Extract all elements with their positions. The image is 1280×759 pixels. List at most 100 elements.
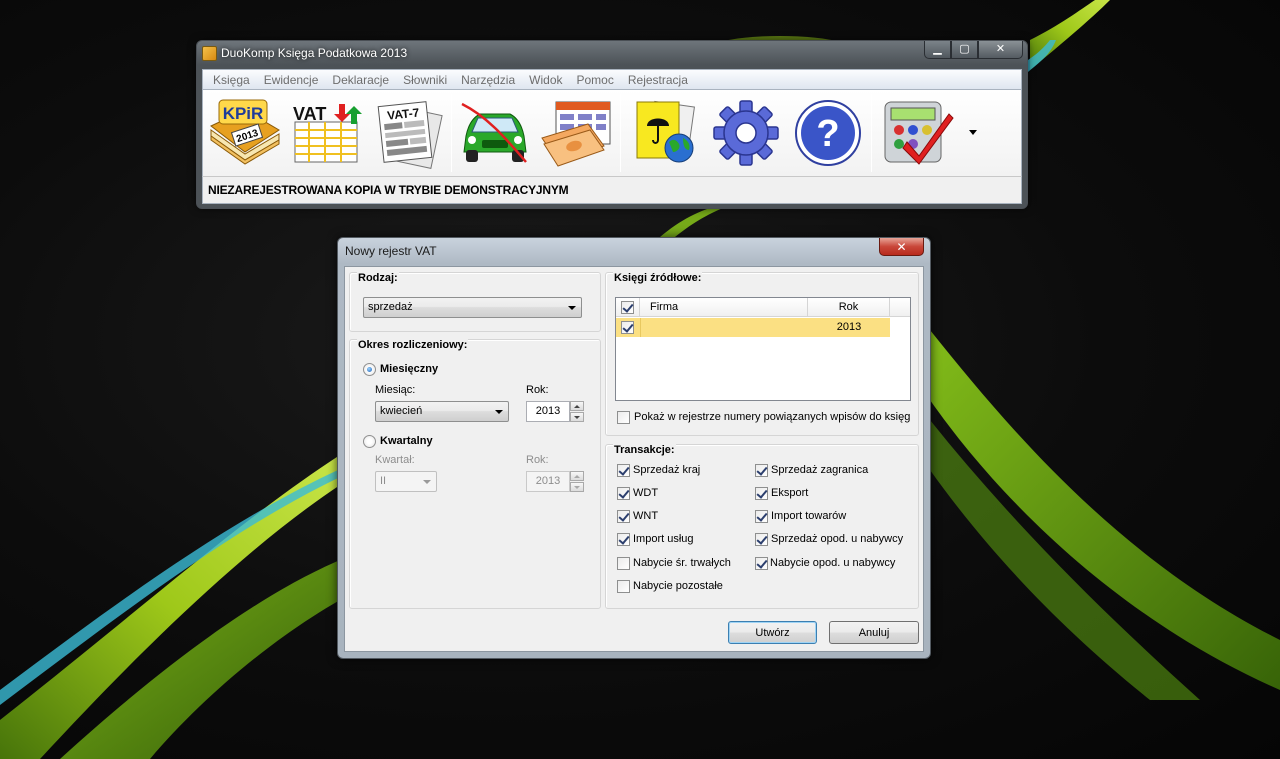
row-check-cell (616, 318, 640, 337)
calculator-check-icon (884, 101, 954, 165)
chk-wnt-label[interactable]: WNT (633, 510, 658, 522)
spin-down-icon[interactable] (570, 412, 584, 422)
menu-slowniki[interactable]: Słowniki (396, 73, 454, 87)
quarterly-year-label: Rok: (526, 454, 549, 466)
chk-nabycie-pozostale[interactable] (617, 580, 630, 593)
menu-widok[interactable]: Widok (522, 73, 569, 87)
chevron-down-icon (568, 306, 576, 310)
car-button[interactable] (456, 96, 534, 170)
help-button[interactable]: ? (789, 96, 867, 170)
kpir-button[interactable]: KPiR 2013 (205, 96, 283, 170)
column-rok[interactable]: Rok (808, 298, 890, 317)
ksiegi-table-header: Firma Rok (616, 298, 910, 317)
chk-nabycie-pozostale-label[interactable]: Nabycie pozostałe (633, 580, 723, 592)
show-linked-checkbox[interactable] (617, 411, 630, 424)
chk-import-uslug-label[interactable]: Import usług (633, 533, 694, 545)
toolbar-separator (620, 94, 621, 172)
help-icon: ? (795, 100, 861, 166)
spin-down-icon[interactable] (570, 482, 584, 492)
chk-sprzedaz-kraj-label[interactable]: Sprzedaż kraj (633, 464, 700, 476)
close-button[interactable]: ✕ (978, 41, 1023, 59)
chk-wdt[interactable] (617, 487, 630, 500)
menu-ksiega[interactable]: Księga (206, 73, 257, 87)
chk-nabycie-opod[interactable] (755, 557, 768, 570)
documents-globe-icon (636, 100, 695, 163)
header-check-cell (616, 298, 640, 317)
ksiegi-title: Księgi źródłowe: (613, 272, 703, 284)
row-rok: 2013 (836, 321, 862, 333)
create-button[interactable]: Utwórz (728, 621, 817, 644)
dialog-close-button[interactable]: ✕ (879, 238, 924, 256)
row-checkbox[interactable] (621, 321, 634, 334)
chk-import-towarow-label[interactable]: Import towarów (771, 510, 846, 522)
demo-status-bar: NIEZAREJESTROWANA KOPIA W TRYBIE DEMONST… (202, 176, 1022, 204)
chk-nabycie-sr-trwalych[interactable] (617, 557, 630, 570)
chk-import-towarow[interactable] (755, 510, 768, 523)
show-linked-label[interactable]: Pokaż w rejestrze numery powiązanych wpi… (634, 411, 918, 423)
monthly-year-spinner[interactable]: 2013 (526, 401, 584, 422)
calculator-button[interactable] (877, 96, 955, 170)
maximize-button[interactable]: ▢ (951, 41, 978, 59)
table-row[interactable]: 2013 (616, 318, 890, 337)
menu-narzedzia[interactable]: Narzędzia (454, 73, 522, 87)
vat-button[interactable]: VAT (287, 96, 365, 170)
svg-text:KPiR: KPiR (223, 104, 264, 123)
chk-wnt[interactable] (617, 510, 630, 523)
settings-button[interactable] (707, 96, 785, 170)
vat7-declaration-icon: VAT-7 (377, 101, 443, 169)
kpir-book-icon: KPiR 2013 (210, 99, 280, 165)
menu-pomoc[interactable]: Pomoc (570, 73, 621, 87)
car-icon (461, 102, 527, 163)
column-firma[interactable]: Firma (640, 298, 808, 317)
rodzaj-group: Rodzaj: sprzedaż (349, 272, 601, 332)
vat7-button[interactable]: VAT-7 (369, 96, 447, 170)
chk-nabycie-sr-trwalych-label[interactable]: Nabycie śr. trwałych (633, 557, 731, 569)
radio-miesieczny[interactable] (363, 363, 376, 376)
chk-eksport[interactable] (755, 487, 768, 500)
dialog-body: Rodzaj: sprzedaż Okres rozliczeniowy: Mi… (344, 266, 924, 652)
window-controls: ▁ ▢ ✕ (924, 41, 1023, 59)
app-icon[interactable] (202, 46, 217, 61)
chk-wdt-label[interactable]: WDT (633, 487, 658, 499)
rodzaj-select[interactable]: sprzedaż (363, 297, 582, 318)
chk-sprzedaz-zagranica[interactable] (755, 464, 768, 477)
svg-text:VAT: VAT (293, 104, 326, 124)
chk-nabycie-opod-label[interactable]: Nabycie opod. u nabywcy (770, 557, 895, 569)
spin-up-icon[interactable] (570, 471, 584, 481)
chk-import-uslug[interactable] (617, 533, 630, 546)
toolbar-dropdown-arrow-icon[interactable] (969, 128, 977, 136)
main-window: DuoKomp Księga Podatkowa 2013 ▁ ▢ ✕ Księ… (196, 40, 1028, 209)
month-select[interactable]: kwiecień (375, 401, 509, 422)
money-button[interactable] (538, 96, 616, 170)
money-table-icon (541, 101, 611, 167)
quarterly-year-spinner[interactable]: 2013 (526, 471, 584, 492)
month-value: kwiecień (380, 405, 423, 417)
monthly-year-input[interactable]: 2013 (526, 401, 570, 422)
quarter-select[interactable]: II (375, 471, 437, 492)
radio-kwartalny-label[interactable]: Kwartalny (380, 435, 433, 447)
menu-rejestracja[interactable]: Rejestracja (621, 73, 695, 87)
radio-kwartalny[interactable] (363, 435, 376, 448)
radio-miesieczny-label[interactable]: Miesięczny (380, 363, 438, 375)
chk-eksport-label[interactable]: Eksport (771, 487, 808, 499)
quarter-label: Kwartał: (375, 454, 415, 466)
okres-group: Okres rozliczeniowy: Miesięczny Miesiąc:… (349, 339, 601, 609)
toolbar: KPiR 2013 VAT VAT-7 ? (202, 90, 1022, 176)
chk-sprzedaz-kraj[interactable] (617, 464, 630, 477)
documents-button[interactable] (625, 96, 703, 170)
chk-sprzedaz-zagranica-label[interactable]: Sprzedaż zagranica (771, 464, 868, 476)
select-all-checkbox[interactable] (621, 301, 634, 314)
spin-up-icon[interactable] (570, 401, 584, 411)
chk-sprzedaz-opod-label[interactable]: Sprzedaż opod. u nabywcy (771, 533, 903, 545)
minimize-button[interactable]: ▁ (924, 41, 951, 59)
new-vat-register-dialog: Nowy rejestr VAT ✕ Rodzaj: sprzedaż Okre… (337, 237, 931, 659)
row-firma (640, 318, 808, 337)
quarterly-year-input[interactable]: 2013 (526, 471, 570, 492)
chk-sprzedaz-opod[interactable] (755, 533, 768, 546)
toolbar-separator (871, 94, 872, 172)
menu-ewidencje[interactable]: Ewidencje (257, 73, 326, 87)
okres-title: Okres rozliczeniowy: (357, 339, 469, 351)
menu-deklaracje[interactable]: Deklaracje (325, 73, 396, 87)
rodzaj-title: Rodzaj: (357, 272, 399, 284)
cancel-button[interactable]: Anuluj (829, 621, 919, 644)
